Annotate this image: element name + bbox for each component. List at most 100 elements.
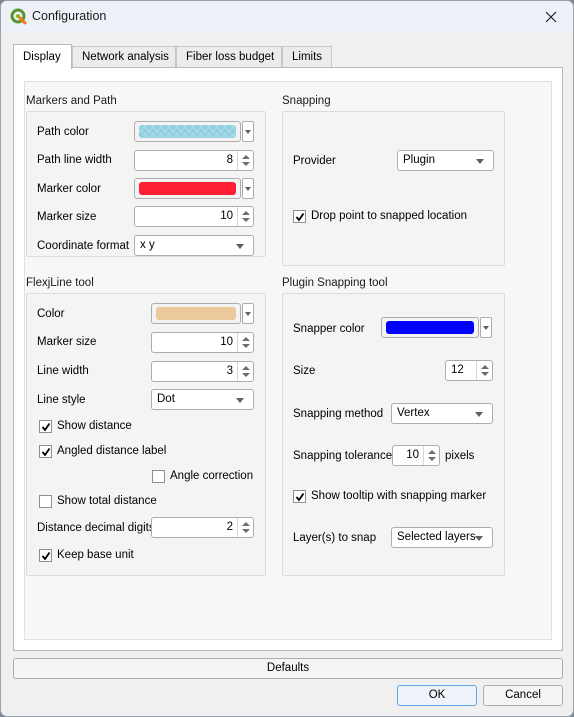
- qgis-logo-icon: [10, 8, 27, 25]
- arrow-up-icon: [242, 337, 250, 341]
- drop-point-checkbox[interactable]: Drop point to snapped location: [293, 210, 483, 226]
- checkmark-icon: [41, 447, 51, 457]
- arrow-down-icon: [242, 162, 250, 166]
- arrow-up-icon: [242, 366, 250, 370]
- marker-size-label: Marker size: [37, 211, 97, 223]
- spin-arrows[interactable]: [237, 151, 253, 170]
- spin-arrows[interactable]: [423, 446, 439, 465]
- tab-label: Network analysis: [82, 51, 169, 63]
- show-tooltip-checkbox[interactable]: Show tooltip with snapping marker: [293, 490, 487, 506]
- spin-arrows[interactable]: [237, 518, 253, 537]
- checkbox-box: [39, 445, 52, 458]
- checkmark-icon: [41, 422, 51, 432]
- line-width-value: 3: [226, 365, 233, 377]
- marker-color-swatch: [139, 182, 236, 195]
- size-spinbox[interactable]: 12: [445, 360, 493, 381]
- arrow-down-icon: [242, 344, 250, 348]
- chevron-down-icon: [245, 187, 251, 191]
- provider-select[interactable]: Plugin: [397, 150, 494, 171]
- path-line-width-spinbox[interactable]: 8: [134, 150, 254, 171]
- snapping-tolerance-value: 10: [406, 449, 419, 461]
- keep-base-unit-label: Keep base unit: [57, 549, 134, 561]
- coordinate-format-label: Coordinate format: [37, 240, 130, 252]
- snapping-method-select[interactable]: Vertex: [391, 403, 493, 424]
- show-tooltip-label: Show tooltip with snapping marker: [311, 490, 487, 502]
- marker-color-label: Marker color: [37, 183, 101, 195]
- chevron-down-icon: [483, 326, 489, 330]
- arrow-down-icon: [242, 373, 250, 377]
- distance-decimal-digits-spinbox[interactable]: 2: [151, 517, 254, 538]
- tab-network-analysis[interactable]: Network analysis: [72, 46, 176, 68]
- checkbox-box: [39, 495, 52, 508]
- flexjline-marker-size-spinbox[interactable]: 10: [151, 332, 254, 353]
- chevron-down-icon: [236, 244, 244, 249]
- provider-value: Plugin: [403, 154, 435, 166]
- keep-base-unit-checkbox[interactable]: Keep base unit: [39, 549, 159, 565]
- snapper-color-button[interactable]: [381, 317, 479, 338]
- line-style-select[interactable]: Dot: [151, 389, 254, 410]
- window-title: Configuration: [32, 9, 107, 23]
- layers-to-snap-select[interactable]: Selected layers: [391, 527, 493, 548]
- snapper-color-swatch: [386, 321, 474, 334]
- arrow-down-icon: [428, 457, 436, 461]
- provider-label: Provider: [293, 155, 336, 167]
- path-color-button[interactable]: [134, 121, 241, 142]
- path-color-dropdown[interactable]: [242, 121, 254, 142]
- flexjline-group: Color Marker size 10 Line width 3 Line s…: [26, 293, 266, 576]
- coordinate-format-select[interactable]: x y: [134, 235, 254, 256]
- plugin-snapping-title: Plugin Snapping tool: [282, 277, 388, 289]
- close-icon: [545, 11, 557, 22]
- checkmark-icon: [41, 551, 51, 561]
- show-distance-checkbox[interactable]: Show distance: [39, 420, 159, 436]
- checkbox-box: [152, 470, 165, 483]
- line-width-label: Line width: [37, 365, 89, 377]
- tab-fiber-loss-budget[interactable]: Fiber loss budget: [176, 46, 282, 68]
- flexjline-color-label: Color: [37, 308, 65, 320]
- flexjline-color-dropdown[interactable]: [242, 303, 254, 324]
- chevron-down-icon: [475, 536, 483, 541]
- title-bar: Configuration: [1, 1, 573, 32]
- checkbox-box: [39, 549, 52, 562]
- marker-color-dropdown[interactable]: [242, 178, 254, 199]
- flexjline-color-button[interactable]: [151, 303, 241, 324]
- snapper-color-dropdown[interactable]: [480, 317, 492, 338]
- snapper-color-label: Snapper color: [293, 323, 365, 335]
- defaults-button[interactable]: Defaults: [13, 658, 563, 679]
- line-width-spinbox[interactable]: 3: [151, 361, 254, 382]
- marker-color-button[interactable]: [134, 178, 241, 199]
- distance-decimal-digits-value: 2: [226, 521, 233, 533]
- drop-point-label: Drop point to snapped location: [311, 210, 467, 222]
- line-style-value: Dot: [157, 393, 175, 405]
- close-button[interactable]: [529, 1, 573, 32]
- arrow-down-icon: [242, 218, 250, 222]
- tab-label: Fiber loss budget: [186, 51, 275, 63]
- path-line-width-value: 8: [226, 154, 233, 166]
- marker-size-spinbox[interactable]: 10: [134, 206, 254, 227]
- layers-to-snap-value: Selected layers: [397, 531, 476, 543]
- configuration-dialog: Configuration Display Network analysis F…: [0, 0, 574, 717]
- show-total-distance-checkbox[interactable]: Show total distance: [39, 495, 169, 511]
- path-line-width-label: Path line width: [37, 154, 112, 166]
- spin-arrows[interactable]: [237, 207, 253, 226]
- spin-arrows[interactable]: [476, 361, 492, 380]
- chevron-down-icon: [245, 130, 251, 134]
- display-settings-area: Markers and Path Path color Path line wi…: [24, 81, 552, 640]
- marker-size-value: 10: [220, 210, 233, 222]
- tab-display[interactable]: Display: [13, 44, 72, 69]
- spin-arrows[interactable]: [237, 333, 253, 352]
- markers-and-path-group: Path color Path line width 8 Marker colo…: [26, 111, 266, 257]
- arrow-down-icon: [242, 529, 250, 533]
- angle-correction-checkbox[interactable]: Angle correction: [152, 470, 262, 486]
- tab-limits[interactable]: Limits: [282, 46, 332, 68]
- snapping-tolerance-spinbox[interactable]: 10: [392, 445, 440, 466]
- ok-button[interactable]: OK: [397, 685, 477, 706]
- line-style-label: Line style: [37, 394, 86, 406]
- path-color-label: Path color: [37, 126, 89, 138]
- snapping-title: Snapping: [282, 95, 331, 107]
- snapping-tolerance-label: Snapping tolerance: [293, 450, 393, 462]
- chevron-down-icon: [476, 159, 484, 164]
- checkbox-box: [293, 490, 306, 503]
- spin-arrows[interactable]: [237, 362, 253, 381]
- angled-distance-label-checkbox[interactable]: Angled distance label: [39, 445, 179, 461]
- cancel-button[interactable]: Cancel: [483, 685, 563, 706]
